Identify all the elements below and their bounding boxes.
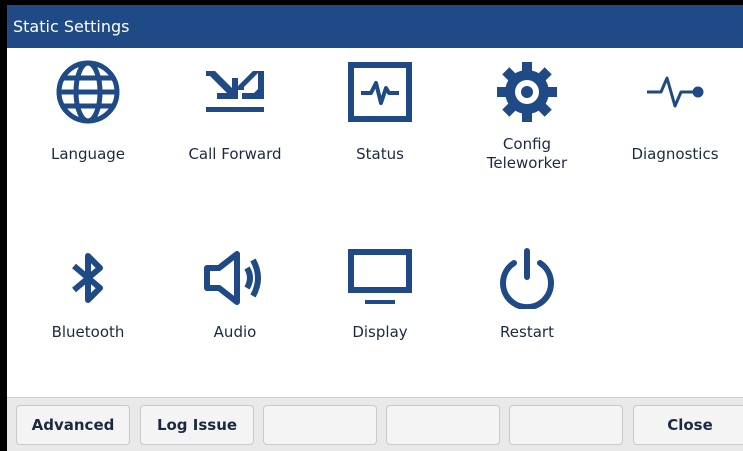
softkey-empty-1[interactable] [263,405,377,445]
tile-label: Restart [500,323,554,341]
tile-status[interactable]: Status [320,49,440,164]
settings-screen: Static Settings Language Call Forward St… [7,5,743,451]
tile-label: Bluetooth [51,323,125,341]
tile-bluetooth[interactable]: Bluetooth [28,243,148,342]
tile-label: Status [356,145,404,163]
tile-restart[interactable]: Restart [467,243,587,342]
softkey-bar: Advanced Log Issue Close [7,397,743,451]
softkey-empty-2[interactable] [386,405,500,445]
tile-label: Audio [213,323,257,341]
speaker-icon [175,243,295,313]
tile-config-teleworker[interactable]: Config Teleworker [467,49,587,173]
tile-label: Call Forward [188,145,282,163]
diagnostics-icon [615,57,735,127]
log-issue-button[interactable]: Log Issue [140,405,254,445]
power-icon [467,243,587,313]
advanced-button[interactable]: Advanced [16,405,130,445]
status-icon [320,57,440,127]
tile-diagnostics[interactable]: Diagnostics [615,49,735,164]
call-forward-icon [175,57,295,127]
tile-audio[interactable]: Audio [175,243,295,342]
monitor-icon [320,243,440,313]
bluetooth-icon [28,243,148,313]
tile-label: Language [50,145,126,163]
softkey-empty-3[interactable] [509,405,623,445]
tile-display[interactable]: Display [320,243,440,342]
tile-call-forward[interactable]: Call Forward [175,49,295,164]
tile-label: Display [352,323,408,341]
globe-icon [28,57,148,127]
tile-label: Diagnostics [631,145,719,163]
gear-icon [467,57,587,127]
close-button[interactable]: Close [633,405,743,445]
tile-language[interactable]: Language [28,49,148,164]
tile-label: Config Teleworker [486,135,568,172]
title-bar: Static Settings [7,5,743,48]
